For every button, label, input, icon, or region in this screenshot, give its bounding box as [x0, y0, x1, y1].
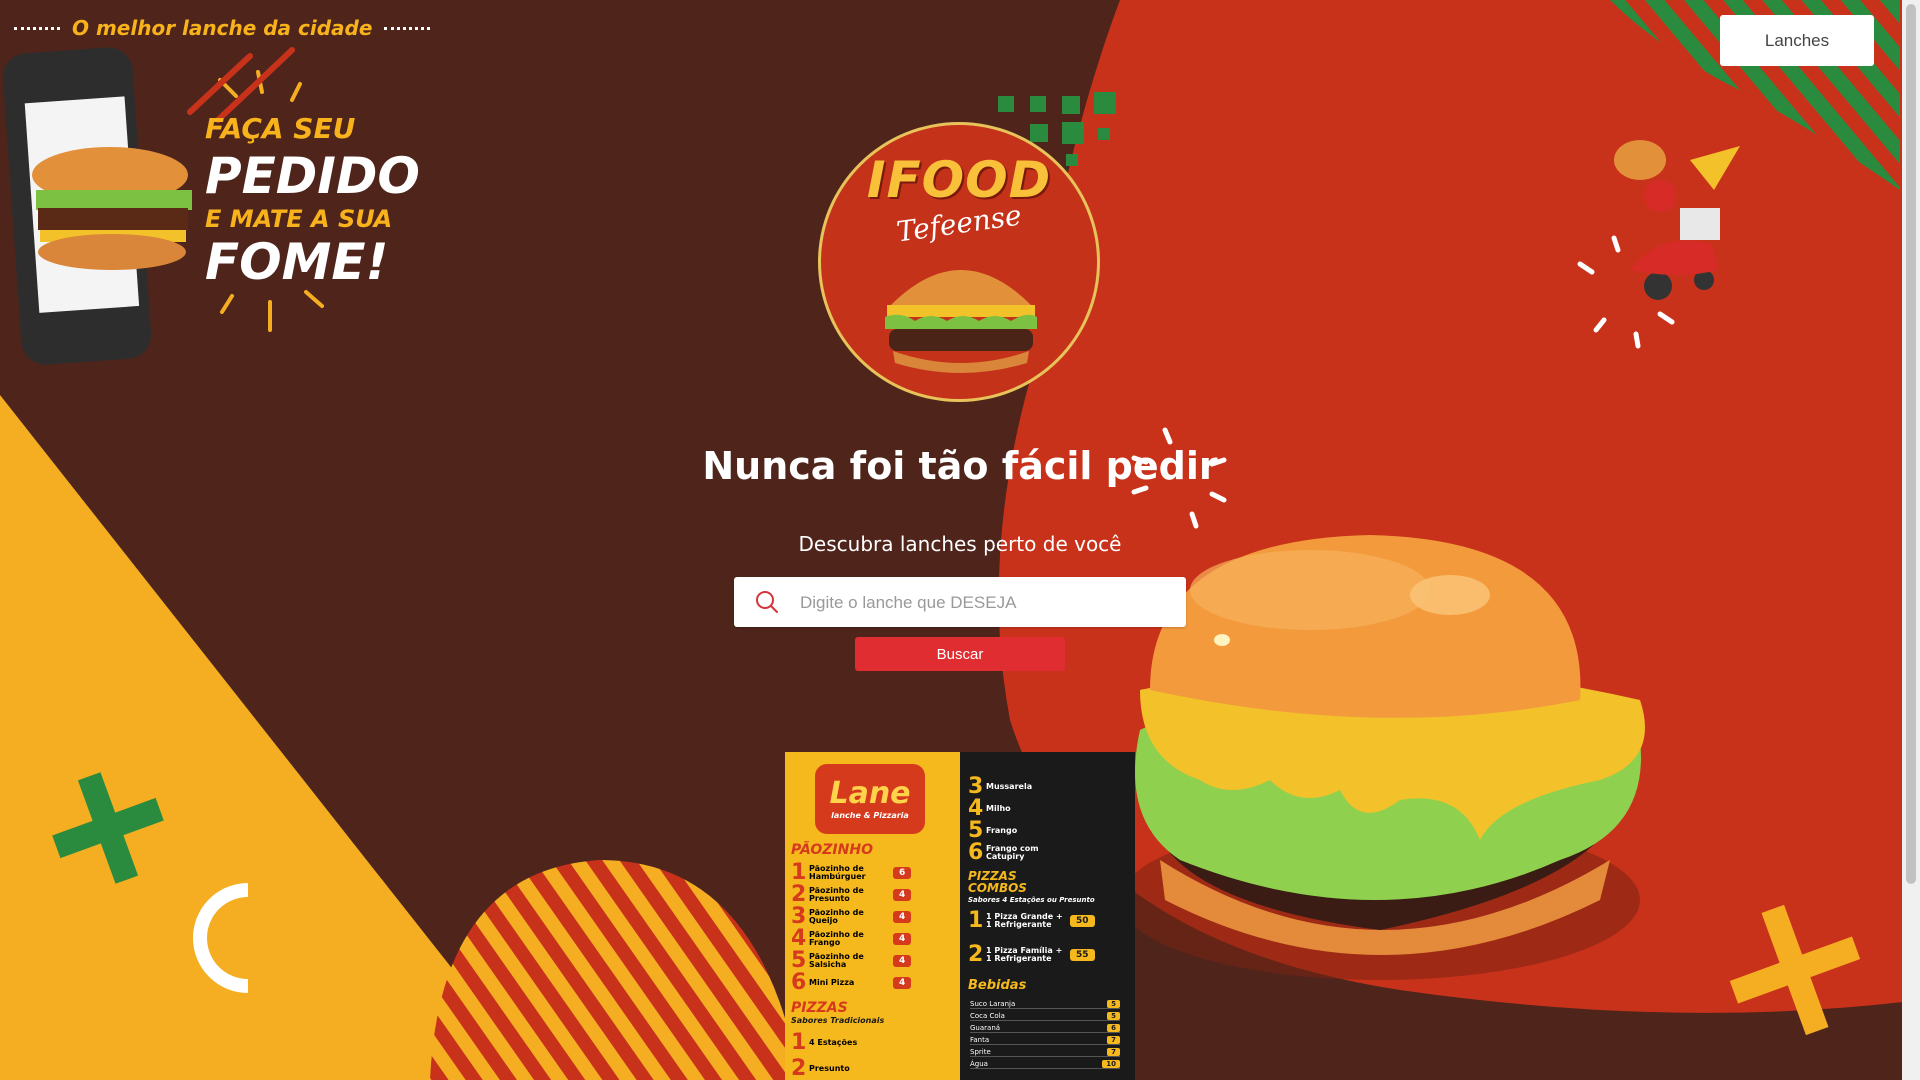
scrollbar-thumb[interactable] [1906, 4, 1916, 884]
menu-item-num: 2 [791, 1056, 807, 1080]
burger-illustration [1120, 535, 1645, 980]
search-icon [756, 591, 778, 613]
menu-item-price: 4 [893, 954, 912, 967]
page-scrollbar[interactable] [1902, 0, 1920, 1080]
bebida-name: Sprite [970, 1048, 991, 1056]
menu-item-price: 6 [893, 866, 912, 879]
menu-section-combos: PIZZAS COMBOS [968, 869, 1027, 895]
striped-half-circle [430, 860, 800, 1080]
menu-item: 14 Estações [791, 1030, 889, 1055]
menu-item-name: 1 Pizza Família + 1 Refrigerante [986, 945, 1063, 963]
white-arc [193, 883, 249, 993]
bebida-item: Fanta 7 [970, 1036, 1120, 1045]
promo-line-3: E MATE A SUA [205, 205, 393, 233]
rider-dash-lines [1577, 235, 1675, 349]
menu-item-name: Pãozinho de Frango [809, 929, 864, 947]
hero-headline: Nunca foi tão fácil pedir [702, 444, 1218, 488]
bebida-price: 7 [1107, 1048, 1120, 1056]
bebida-name: Coca Cola [970, 1012, 1005, 1020]
bebida-name: Água [970, 1060, 988, 1068]
bebida-name: Suco Laranja [970, 1000, 1016, 1008]
yellow-backdrop [0, 395, 540, 1080]
menu-item-price: 4 [893, 888, 912, 901]
tagline: O melhor lanche da cidade [14, 14, 431, 42]
bebida-item: Suco Laranja 5 [970, 1000, 1120, 1009]
menu-item-price: 4 [893, 976, 912, 989]
menu-item-price: 4 [893, 932, 912, 945]
lanches-button[interactable]: Lanches [1720, 15, 1874, 66]
bebida-name: Fanta [970, 1036, 990, 1044]
menu-item: 2 Presunto [791, 1056, 889, 1080]
menu-poster-right: 3 Mussarela 4 Milho 5 Frango 6 Frango com Catup… [960, 752, 1135, 1080]
menu-item-name: Pãozinho de Hambúrguer [809, 863, 866, 881]
bebida-price: 5 [1107, 1012, 1120, 1020]
promo-text: FAÇA SEU PEDIDO E MATE A SUA FOME! [205, 112, 420, 291]
menu-section-bebidas: Bebidas [968, 978, 1027, 993]
menu-item-num: 6 [968, 840, 984, 865]
bebida-item: Coca Cola 5 [970, 1012, 1120, 1021]
menu-item-num: 6 [791, 970, 807, 995]
bebida-price: 5 [1107, 1000, 1120, 1008]
menu-item-name: Mini Pizza [809, 977, 855, 987]
tagline-dots-left [14, 26, 60, 30]
search-box [734, 577, 1186, 629]
menu-item-name: 4 Estações [809, 1037, 858, 1047]
menu-item-name: Mussarela [986, 781, 1033, 791]
menu-item: 21 Pizza Família + 1 Refrigerante 55 [968, 942, 1095, 967]
menu-item-name: Presunto [809, 1063, 850, 1073]
menu-item-price: 50 [1070, 914, 1095, 927]
bebida-price: 7 [1107, 1036, 1120, 1044]
search-button[interactable]: Buscar [855, 637, 1065, 671]
green-cross [52, 772, 164, 884]
menu-item-name: 1 Pizza Grande + 1 Refrigerante [986, 911, 1063, 929]
menu-pizzas-subtitle: Sabores Tradicionais [791, 1016, 885, 1025]
menu-item-name: Milho [986, 803, 1011, 813]
promo-line-4: FOME! [205, 233, 389, 291]
menu-item-name: Pãozinho de Salsicha [809, 951, 864, 969]
bebida-name: Guaraná [970, 1024, 1001, 1032]
menu-item-name: Frango com Catupiry [986, 843, 1039, 861]
menu-section-pizzas: PIZZAS [791, 1000, 848, 1016]
menu-item-num: 2 [968, 942, 984, 967]
hero-subheadline: Descubra lanches perto de você [798, 532, 1122, 556]
promo-red-slashes [187, 47, 295, 123]
promo-line-1: FAÇA SEU [205, 112, 356, 145]
tagline-text: O melhor lanche da cidade [72, 16, 373, 40]
menu-item-num: 1 [968, 908, 984, 933]
brand-logo: IFOOD Tefeense [818, 122, 1100, 402]
bebida-price: 10 [1102, 1060, 1120, 1068]
bebida-item: Sprite 7 [970, 1048, 1120, 1057]
menu-item-name: Pãozinho de Presunto [809, 885, 864, 903]
bebida-price: 6 [1107, 1024, 1120, 1032]
menu-item-name: Frango [986, 825, 1018, 835]
search-input[interactable] [798, 577, 1172, 629]
menu-item: 6 Frango com Catupiry [968, 840, 1066, 865]
bebida-item: Água 10 [970, 1060, 1120, 1069]
menu-item: 6 Mini Pizza 4 [791, 970, 912, 995]
menu-poster-left: Lane lanche & Pizzaria PÃOZINHO 1 Pãozinh… [785, 752, 960, 1080]
orange-cross [1729, 904, 1861, 1036]
menu-combos-subtitle: Sabores 4 Estações ou Presunto [968, 896, 1095, 904]
bebida-item: Guaraná 6 [970, 1024, 1120, 1033]
promo-line-2: PEDIDO [205, 147, 420, 205]
phone-illustration [2, 47, 192, 365]
delivery-rider [1614, 140, 1740, 300]
menu-item: 11 Pizza Grande + 1 Refrigerante 50 [968, 908, 1095, 933]
menu-item-num: 1 [791, 1030, 807, 1055]
menu-section-paozinho: PÃOZINHO [791, 842, 873, 858]
menu-item-price: 55 [1070, 948, 1095, 961]
menu-poster: Lane lanche & Pizzaria PÃOZINHO 1 Pãozinh… [785, 752, 1135, 1080]
tagline-dots-right [384, 26, 431, 30]
logo-burger-icon [885, 270, 1037, 373]
menu-brand: Lane lanche & Pizzaria [815, 764, 925, 834]
menu-item-price: 4 [893, 910, 912, 923]
menu-item-name: Pãozinho de Queijo [809, 907, 864, 925]
red-backdrop [998, 0, 1920, 1013]
